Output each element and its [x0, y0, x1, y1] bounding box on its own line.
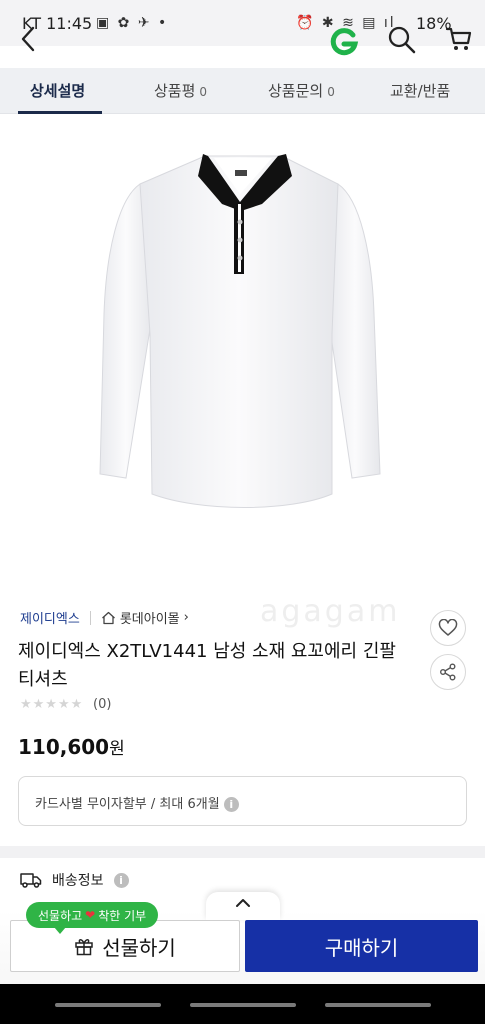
- watermark-text: agagam: [260, 594, 401, 629]
- tab-reviews[interactable]: 상품평 0: [154, 80, 207, 101]
- installment-box[interactable]: 카드사별 무이자할부 / 최대 6개월 i: [18, 776, 467, 826]
- tab-inquiries[interactable]: 상품문의 0: [268, 80, 335, 101]
- polo-shirt-image: [99, 154, 381, 508]
- heart-icon: [438, 619, 458, 636]
- chevron-up-icon: [236, 899, 250, 907]
- brand-line: 제이디엑스 롯데아이몰 ›: [20, 608, 189, 627]
- tab-label: 교환/반품: [390, 82, 451, 100]
- detail-tabs: 상세설명 상품평 0 상품문의 0 교환/반품: [0, 68, 485, 114]
- search-button[interactable]: [386, 24, 418, 56]
- price-unit: 원: [109, 739, 125, 759]
- tab-exchange-return[interactable]: 교환/반품: [390, 80, 450, 101]
- heart-icon: ❤: [85, 908, 96, 922]
- nav-back-handle[interactable]: [325, 1003, 431, 1007]
- home-icon: [101, 611, 115, 624]
- tab-count: 0: [199, 85, 208, 99]
- nav-home-handle[interactable]: [190, 1003, 296, 1007]
- chevron-right-icon: ›: [183, 610, 189, 625]
- mall-name: 롯데아이몰: [119, 612, 180, 627]
- search-icon: [388, 26, 416, 54]
- gift-badge-text: 착한 기부: [98, 908, 147, 923]
- rating-stars: ★★★★★: [20, 697, 84, 712]
- product-title: 제이디엑스 X2TLV1441 남성 소재 요꼬에리 긴팔 티셔츠: [18, 641, 396, 690]
- shipping-label: 배송정보: [52, 873, 104, 889]
- installment-text: 카드사별 무이자할부 / 최대 6개월 i: [35, 793, 239, 812]
- cart-button[interactable]: [444, 24, 474, 54]
- share-icon: [440, 663, 456, 681]
- g-logo-icon: [330, 28, 359, 56]
- buy-button-label: 구매하기: [324, 935, 399, 960]
- gift-button-label: 선물하기: [102, 935, 176, 960]
- share-button[interactable]: [430, 654, 466, 690]
- back-button[interactable]: [12, 22, 46, 56]
- info-icon[interactable]: i: [223, 797, 239, 812]
- mall-link[interactable]: 롯데아이몰 ›: [101, 608, 189, 627]
- gift-donation-badge: 선물하고 ❤ 착한 기부: [26, 902, 159, 934]
- nav-recent-handle[interactable]: [55, 1003, 161, 1007]
- price: 110,600원: [18, 734, 125, 759]
- wishlist-button[interactable]: [430, 610, 466, 646]
- info-icon[interactable]: i: [113, 872, 129, 888]
- tab-label: 상품평: [154, 82, 196, 100]
- gift-icon: [75, 939, 93, 956]
- screen: KT 11:45 ▣ ✿ ✈ • ⏰ ✱ ≋ ▤ ıl 18% 상세설명 상품평…: [0, 0, 485, 1024]
- tab-label: 상품문의: [268, 82, 324, 100]
- expand-options-button[interactable]: [206, 892, 280, 920]
- price-number: 110,600: [18, 735, 110, 759]
- tab-label: 상세설명: [30, 82, 86, 100]
- gmarket-logo[interactable]: [328, 26, 360, 58]
- gift-badge-text: 선물하고: [38, 908, 83, 923]
- buy-button[interactable]: 구매하기: [245, 920, 478, 972]
- tab-count: 0: [327, 85, 335, 99]
- section-divider: [0, 846, 485, 858]
- cart-icon: [445, 27, 472, 50]
- review-count[interactable]: (0): [93, 697, 111, 712]
- divider: [89, 610, 91, 625]
- system-navigation-bar: [0, 984, 485, 1024]
- shipping-info-row[interactable]: 배송정보 i: [20, 870, 129, 890]
- chevron-left-icon: [21, 26, 35, 52]
- truck-icon: [20, 873, 42, 888]
- tab-detail[interactable]: 상세설명: [30, 80, 85, 101]
- brand-link[interactable]: 제이디엑스: [20, 608, 80, 627]
- product-image[interactable]: agagam: [0, 114, 485, 629]
- installment-label: 카드사별 무이자할부 / 최대 6개월: [35, 797, 220, 812]
- status-left-icons: ▣ ✿ ✈ •: [96, 15, 169, 31]
